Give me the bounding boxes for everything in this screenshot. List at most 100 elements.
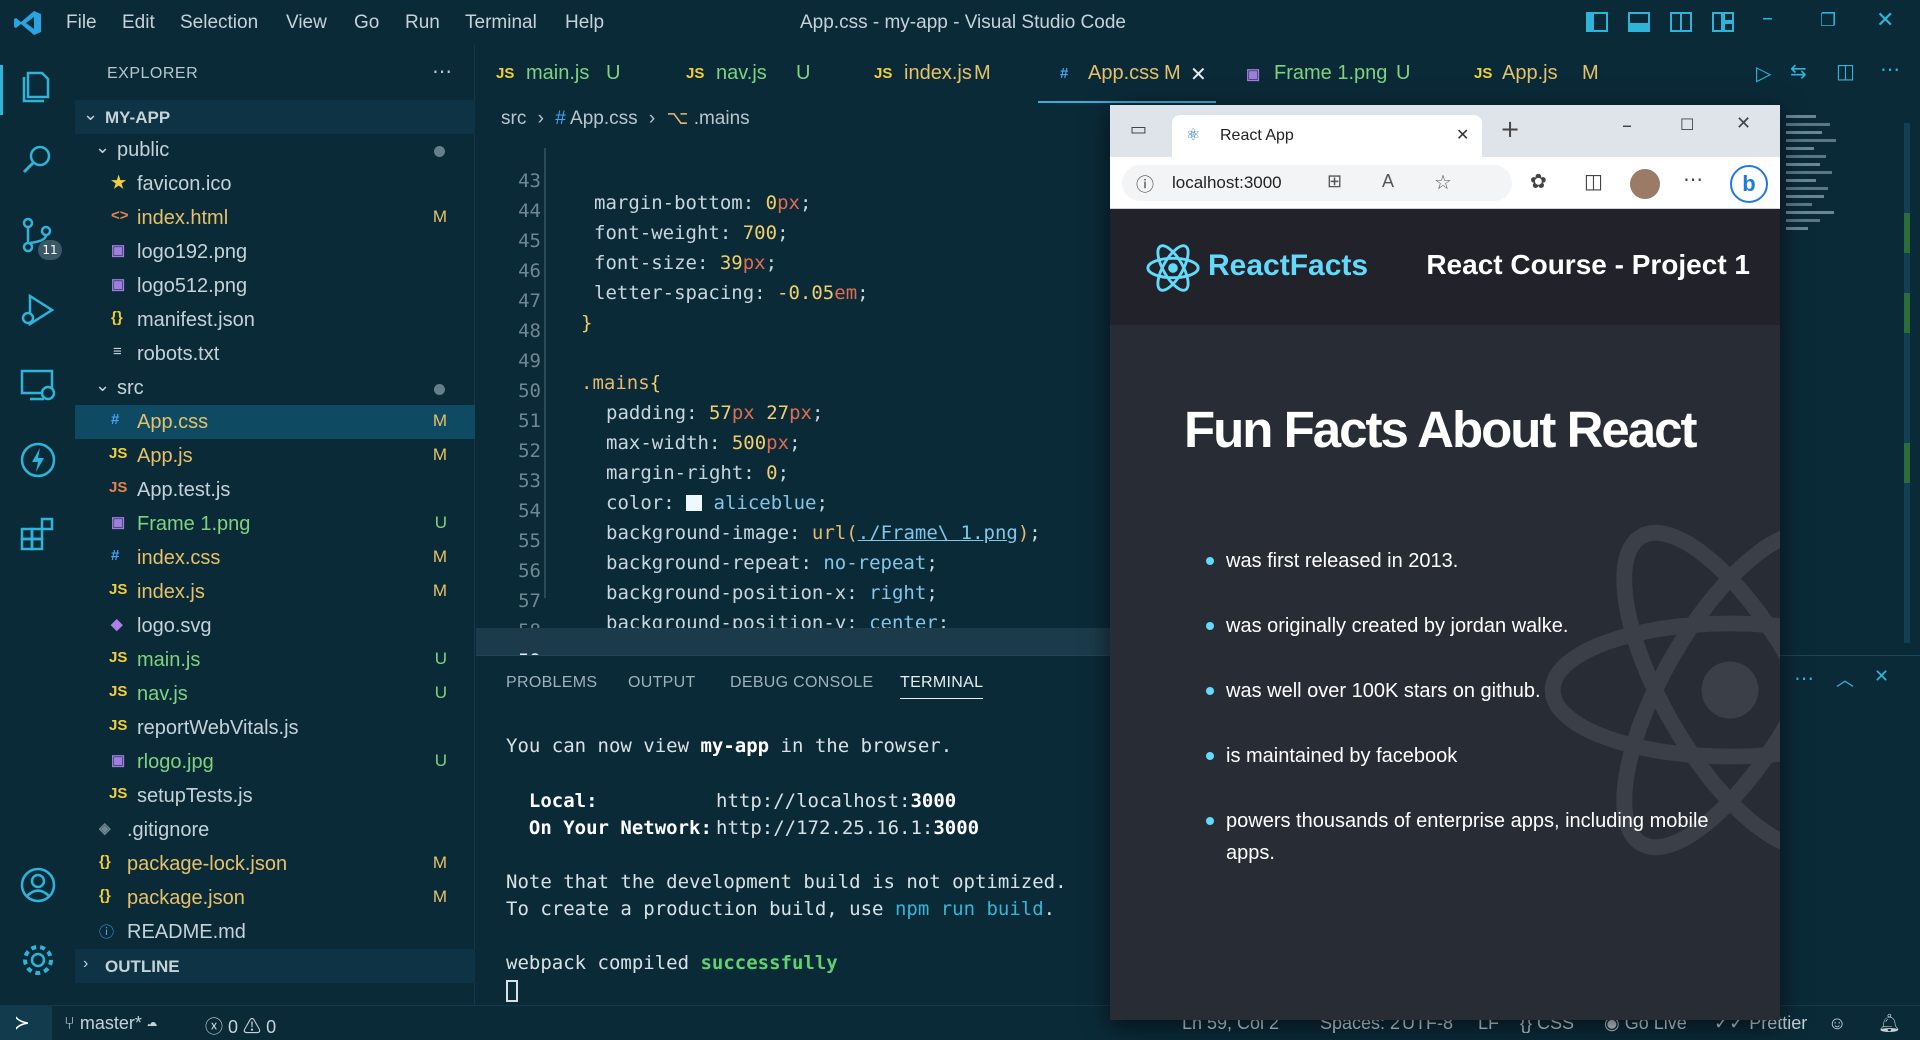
tab-app-js[interactable]: JS App.js M: [1474, 45, 1604, 103]
code-line[interactable]: 43 margin-bottom: 0px;: [476, 148, 1116, 214]
tree-item[interactable]: ★ favicon.ico: [75, 167, 475, 201]
feedback-icon[interactable]: ☺: [1828, 1013, 1846, 1034]
tree-item[interactable]: {} manifest.json: [75, 303, 475, 337]
close-window-icon[interactable]: ✕: [1736, 113, 1751, 134]
terminal-cursor[interactable]: [506, 980, 518, 1002]
extensions-icon[interactable]: ✿: [1530, 169, 1547, 193]
close-panel-icon[interactable]: ✕: [1874, 666, 1889, 687]
restore-icon[interactable]: ❐: [1820, 10, 1836, 31]
favorite-star-icon[interactable]: ☆: [1434, 170, 1452, 195]
settings-gear-icon[interactable]: [18, 940, 58, 980]
tree-item[interactable]: ◆ logo.svg: [75, 609, 475, 643]
code-line[interactable]: 49 .mains{: [476, 328, 1116, 394]
app-available-icon[interactable]: ⊞: [1327, 171, 1342, 192]
tree-item[interactable]: JS nav.js U: [75, 677, 475, 711]
split-editor-icon[interactable]: ◫: [1836, 59, 1855, 83]
more-actions-icon[interactable]: ⋯: [1794, 666, 1814, 690]
tree-item[interactable]: ▣ rlogo.jpg U: [75, 745, 475, 779]
maximize-icon[interactable]: ☐: [1680, 115, 1694, 134]
settings-more-icon[interactable]: ⋯: [1683, 167, 1703, 191]
menu-file[interactable]: File: [66, 12, 97, 34]
minimize-icon[interactable]: –: [1762, 6, 1773, 31]
code-line-current[interactable]: 59 }: [476, 628, 1116, 695]
branch-status[interactable]: ⑂ master* ☁: [64, 1013, 158, 1034]
tab-frame-png[interactable]: ▣ Frame 1.png U: [1246, 45, 1416, 103]
tab-problems[interactable]: PROBLEMS: [506, 674, 597, 692]
split-screen-icon[interactable]: ◫: [1584, 169, 1603, 193]
tree-item[interactable]: JS setupTests.js: [75, 779, 475, 813]
menu-run[interactable]: Run: [405, 12, 440, 34]
tree-item[interactable]: ▣ logo192.png: [75, 235, 475, 269]
tab-debug-console[interactable]: DEBUG CONSOLE: [730, 674, 874, 692]
maximize-panel-icon[interactable]: ︿: [1836, 666, 1854, 692]
menu-terminal[interactable]: Terminal: [465, 12, 537, 34]
thunder-client-icon[interactable]: [18, 440, 58, 480]
tab-main-js[interactable]: JS main.js U: [496, 45, 646, 103]
tree-item-selected[interactable]: # App.css M: [75, 405, 475, 439]
tab-nav-js[interactable]: JS nav.js U: [686, 45, 826, 103]
tab-index-js[interactable]: JS index.js M: [874, 45, 1014, 103]
notifications-bell-icon[interactable]: 🔔︎: [1878, 1013, 1901, 1034]
toggle-panel-icon[interactable]: [1627, 10, 1651, 34]
browser-tab[interactable]: ⚛ React App ✕: [1172, 115, 1482, 157]
tree-item[interactable]: ≡ robots.txt: [75, 337, 475, 371]
tree-item[interactable]: {} package.json M: [75, 881, 475, 915]
code-line[interactable]: 53 color: aliceblue;: [476, 448, 1116, 514]
remote-explorer-icon[interactable]: [18, 365, 58, 405]
menu-go[interactable]: Go: [354, 12, 379, 34]
code-line[interactable]: 57 background-position-y: center;: [476, 568, 1116, 634]
tab-output[interactable]: OUTPUT: [628, 674, 696, 692]
code-line[interactable]: 45 font-size: 39px;: [476, 208, 1116, 274]
scrollbar[interactable]: [1904, 123, 1910, 643]
extensions-icon[interactable]: [18, 515, 58, 555]
tree-item[interactable]: ▣ logo512.png: [75, 269, 475, 303]
code-line[interactable]: 58 margin-left: 30px;: [476, 598, 1116, 664]
close-tab-icon[interactable]: ✕: [1456, 125, 1469, 145]
tree-item[interactable]: ⓘ README.md: [75, 915, 475, 949]
tree-item[interactable]: JS main.js U: [75, 643, 475, 677]
breadcrumb-file[interactable]: App.css: [570, 108, 638, 129]
profile-avatar[interactable]: [1630, 169, 1660, 199]
minimap[interactable]: [1786, 107, 1896, 667]
close-tab-icon[interactable]: ✕: [1190, 62, 1207, 87]
run-icon[interactable]: ▷: [1756, 61, 1771, 85]
minimize-icon[interactable]: –: [1622, 113, 1632, 137]
accounts-icon[interactable]: [18, 865, 58, 905]
tree-item[interactable]: <> index.html M: [75, 201, 475, 235]
search-icon[interactable]: [18, 140, 58, 180]
tab-terminal[interactable]: TERMINAL: [900, 674, 984, 699]
tab-actions-icon[interactable]: ▭: [1130, 119, 1147, 140]
code-line[interactable]: 56 background-position-x: right;: [476, 538, 1116, 604]
code-line[interactable]: 50 padding: 57px 27px;: [476, 358, 1116, 424]
tree-item[interactable]: # index.css M: [75, 541, 475, 575]
remote-button[interactable]: ≻: [0, 1006, 52, 1040]
customize-layout-icon[interactable]: [1711, 10, 1735, 34]
explorer-icon[interactable]: [18, 65, 58, 105]
code-line[interactable]: 44 font-weight: 700;: [476, 178, 1116, 244]
tree-item[interactable]: JS reportWebVitals.js: [75, 711, 475, 745]
breadcrumb-folder[interactable]: src: [501, 108, 526, 129]
more-actions-icon[interactable]: ⋯: [1880, 57, 1900, 81]
code-line[interactable]: 47 }: [476, 268, 1116, 334]
compare-changes-icon[interactable]: ⇆: [1790, 59, 1807, 83]
code-line[interactable]: 52 margin-right: 0;: [476, 418, 1116, 484]
bing-chat-icon[interactable]: b: [1730, 165, 1768, 203]
tree-item[interactable]: JS App.js M: [75, 439, 475, 473]
menu-help[interactable]: Help: [565, 12, 604, 34]
address-bar[interactable]: ⓘ localhost:3000 ⊞ A ☆: [1122, 165, 1512, 201]
tree-item[interactable]: ▣ Frame 1.png U: [75, 507, 475, 541]
problems-status[interactable]: ⓧ 0 ⚠ 0: [205, 1013, 276, 1039]
menu-selection[interactable]: Selection: [180, 12, 258, 34]
code-line[interactable]: 46 letter-spacing: -0.05em;: [476, 238, 1116, 304]
new-tab-icon[interactable]: +: [1500, 115, 1520, 143]
code-line[interactable]: 51 max-width: 500px;: [476, 388, 1116, 454]
code-line[interactable]: 55 background-repeat: no-repeat;: [476, 508, 1116, 574]
menu-edit[interactable]: Edit: [122, 12, 155, 34]
read-aloud-icon[interactable]: A: [1382, 171, 1394, 192]
tree-item[interactable]: JS App.test.js: [75, 473, 475, 507]
folder-public[interactable]: ⌄ public: [75, 133, 475, 167]
code-line[interactable]: 54 background-image: url(./Frame\ 1.png)…: [476, 478, 1116, 544]
menu-view[interactable]: View: [286, 12, 327, 34]
toggle-secondary-sidebar-icon[interactable]: [1669, 10, 1693, 34]
info-icon[interactable]: ⓘ: [1136, 171, 1154, 197]
